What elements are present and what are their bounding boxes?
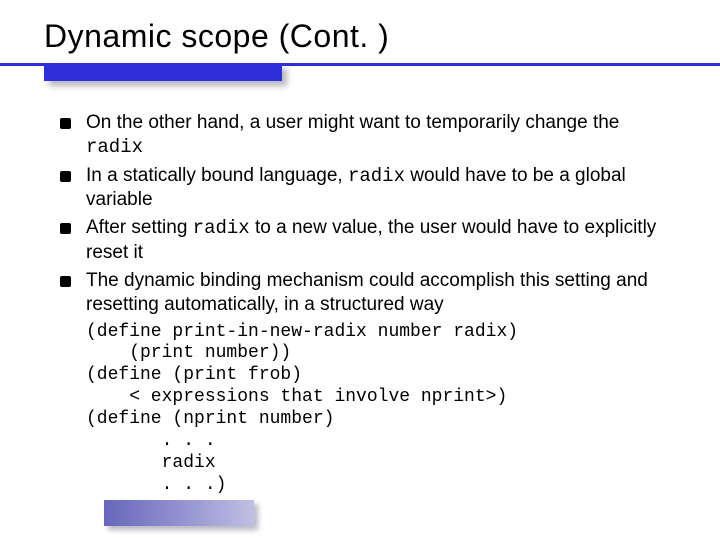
bullet-text-code: radix	[193, 217, 250, 239]
bullet-text-pre: After setting	[86, 217, 193, 238]
underline-bar	[44, 63, 282, 81]
content-area: On the other hand, a user might want to …	[0, 111, 720, 497]
bullet-text-pre: In a statically bound language,	[86, 165, 348, 186]
footer-accent-bar	[104, 500, 254, 526]
bullet-text-code: radix	[86, 136, 143, 158]
bullet-text-code: radix	[348, 165, 405, 187]
title-underline	[0, 63, 720, 83]
bullet-text-pre: On the other hand, a user might want to …	[86, 112, 619, 133]
code-block: (define print-in-new-radix number radix)…	[86, 322, 680, 498]
bullet-item: After setting radix to a new value, the …	[60, 216, 680, 265]
bullet-item: In a statically bound language, radix wo…	[60, 164, 680, 213]
slide: Dynamic scope (Cont. ) On the other hand…	[0, 0, 720, 540]
bullet-list: On the other hand, a user might want to …	[60, 111, 680, 318]
bullet-item: On the other hand, a user might want to …	[60, 111, 680, 160]
bullet-text-pre: The dynamic binding mechanism could acco…	[86, 270, 648, 315]
slide-title: Dynamic scope (Cont. )	[0, 0, 720, 63]
bullet-item: The dynamic binding mechanism could acco…	[60, 269, 680, 318]
